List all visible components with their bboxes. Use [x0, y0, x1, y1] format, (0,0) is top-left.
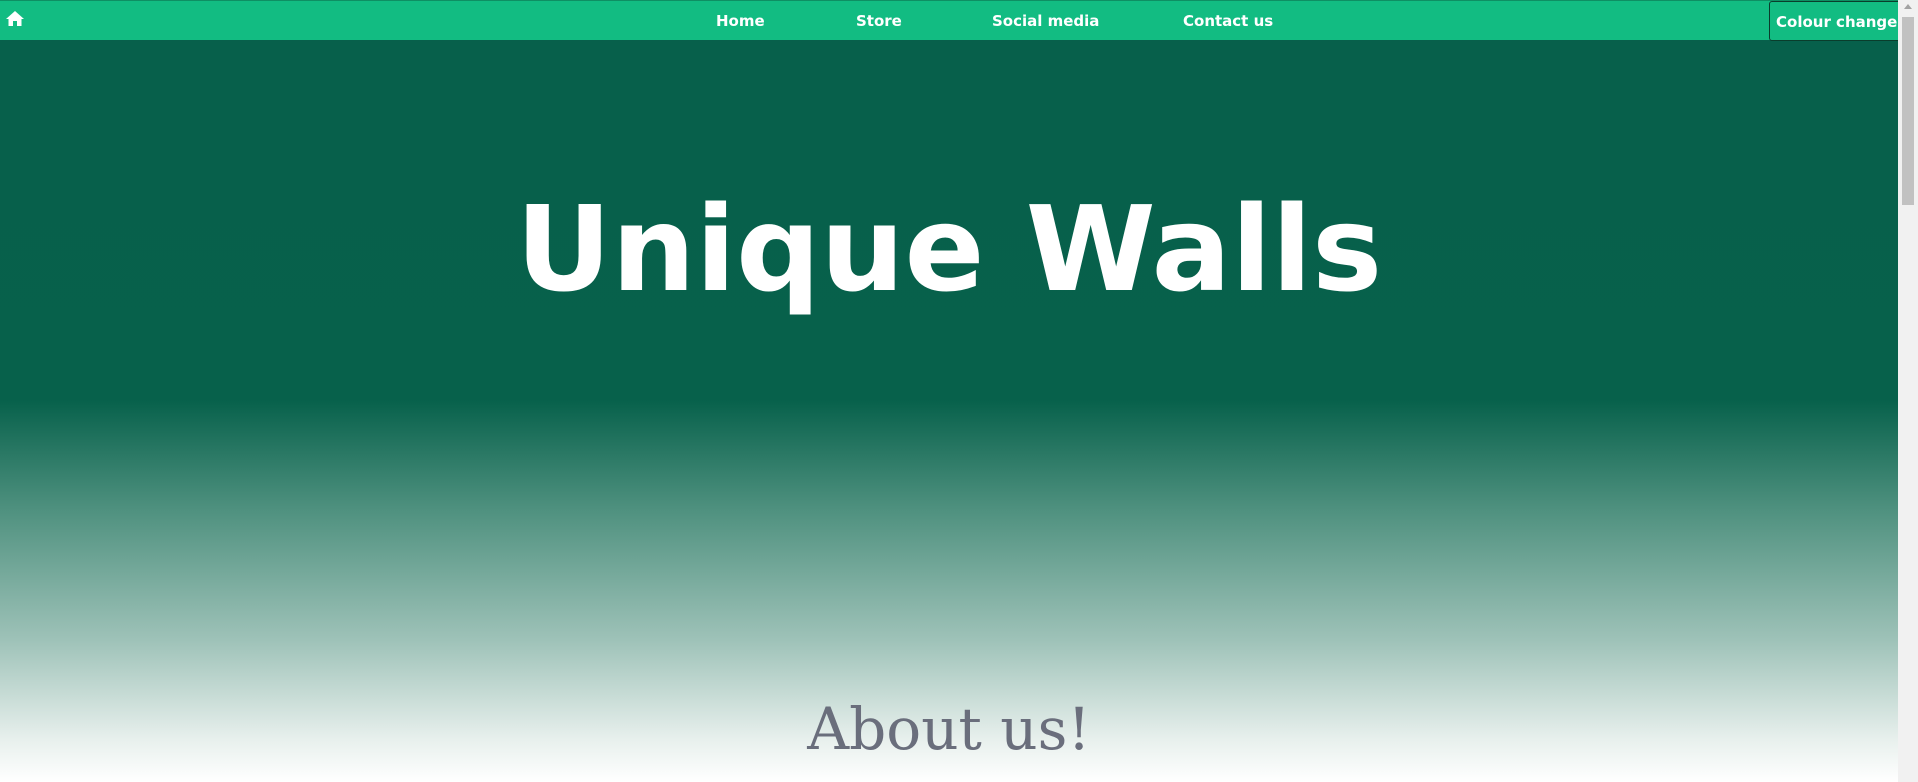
- page: Unique Walls About us! Home Store Social…: [0, 0, 1918, 782]
- nav-item-social-media[interactable]: Social media: [992, 1, 1099, 41]
- colour-changer-button[interactable]: Colour changer: [1769, 1, 1905, 41]
- hero-title: Unique Walls: [515, 180, 1383, 318]
- hero-section: Unique Walls About us!: [0, 40, 1898, 782]
- home-icon[interactable]: [5, 9, 25, 29]
- nav-item-contact-us[interactable]: Contact us: [1183, 1, 1273, 41]
- nav-item-store[interactable]: Store: [856, 1, 902, 41]
- scrollbar-thumb[interactable]: [1902, 17, 1914, 205]
- about-heading: About us!: [807, 695, 1091, 763]
- scroll-up-arrow-icon[interactable]: [1904, 4, 1912, 9]
- nav-item-home[interactable]: Home: [716, 1, 765, 41]
- top-navbar: Home Store Social media Contact us: [0, 0, 1898, 40]
- vertical-scrollbar[interactable]: [1898, 0, 1918, 782]
